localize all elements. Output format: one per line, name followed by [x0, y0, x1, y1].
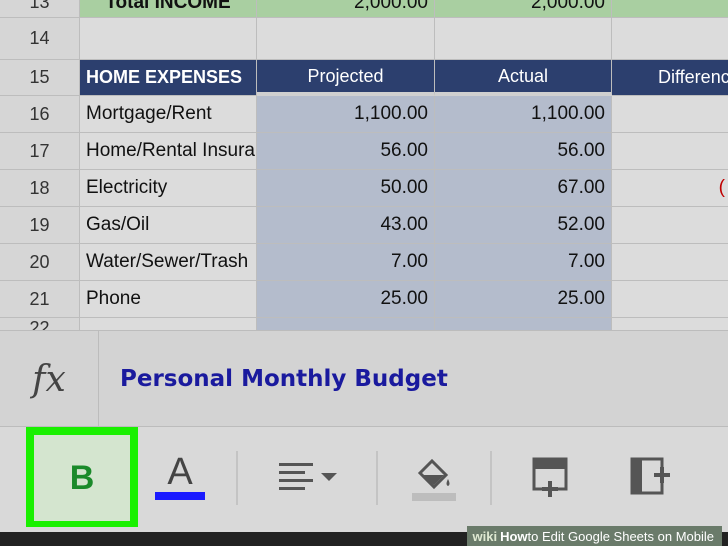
- table-cell[interactable]: [80, 318, 257, 330]
- table-cell[interactable]: (: [612, 170, 728, 207]
- table-cell[interactable]: 52.00: [435, 207, 612, 244]
- table-cell[interactable]: [612, 207, 728, 244]
- bold-button-highlight: B: [26, 427, 138, 527]
- table-cell[interactable]: 1,100.00: [257, 96, 435, 133]
- table-cell[interactable]: 7.00: [257, 244, 435, 281]
- insert-column-button[interactable]: [620, 447, 676, 507]
- table-cell[interactable]: Total INCOME: [80, 0, 257, 18]
- table-cell[interactable]: 2,000.00: [257, 0, 435, 18]
- table-cell[interactable]: [435, 318, 612, 330]
- insert-row-icon: [532, 457, 568, 497]
- table-cell[interactable]: [612, 18, 728, 60]
- table-cell[interactable]: [257, 318, 435, 330]
- table-cell[interactable]: [612, 244, 728, 281]
- table-cell[interactable]: 25.00: [257, 281, 435, 318]
- row-header[interactable]: 22: [0, 318, 80, 330]
- table-cell[interactable]: Water/Sewer/Trash: [80, 244, 257, 281]
- row-header[interactable]: 17: [0, 133, 80, 170]
- table-cell[interactable]: Phone: [80, 281, 257, 318]
- row-header[interactable]: 13: [0, 0, 80, 18]
- table-cell[interactable]: 43.00: [257, 207, 435, 244]
- table-cell[interactable]: 50.00: [257, 170, 435, 207]
- toolbar-divider: [236, 451, 238, 505]
- column-header-difference[interactable]: Difference: [612, 60, 728, 96]
- toolbar-divider: [376, 451, 378, 505]
- text-color-button[interactable]: A: [150, 447, 210, 507]
- table-cell[interactable]: 56.00: [257, 133, 435, 170]
- fill-color-button[interactable]: [404, 447, 464, 507]
- table-cell[interactable]: Home/Rental Insurance: [80, 133, 257, 170]
- format-toolbar: B A: [0, 426, 728, 533]
- insert-row-button[interactable]: [522, 447, 578, 507]
- table-cell[interactable]: [612, 0, 728, 18]
- text-color-swatch: [155, 492, 205, 500]
- formula-bar: fx Personal Monthly Budget: [0, 330, 728, 427]
- formula-input[interactable]: Personal Monthly Budget: [120, 331, 448, 427]
- paint-bucket-icon: [412, 458, 456, 501]
- row-header[interactable]: 21: [0, 281, 80, 318]
- table-cell[interactable]: 7.00: [435, 244, 612, 281]
- table-cell[interactable]: 56.00: [435, 133, 612, 170]
- row-header[interactable]: 14: [0, 18, 80, 60]
- row-header[interactable]: 20: [0, 244, 80, 281]
- row-header[interactable]: 15: [0, 60, 80, 96]
- table-cell[interactable]: 2,000.00: [435, 0, 612, 18]
- column-header-actual[interactable]: Actual: [435, 60, 612, 96]
- table-cell[interactable]: [612, 318, 728, 330]
- watermark: wiki How to Edit Google Sheets on Mobile: [466, 526, 722, 546]
- insert-column-icon: [630, 457, 670, 495]
- bold-button[interactable]: B: [34, 435, 130, 521]
- toolbar-divider: [490, 451, 492, 505]
- align-button[interactable]: [270, 447, 346, 507]
- table-cell[interactable]: [612, 96, 728, 133]
- watermark-how: How: [500, 528, 528, 544]
- align-left-icon: [279, 463, 337, 490]
- table-cell[interactable]: [257, 18, 435, 60]
- table-cell[interactable]: Mortgage/Rent: [80, 96, 257, 133]
- watermark-title: to Edit Google Sheets on Mobile: [527, 528, 714, 544]
- table-cell[interactable]: Gas/Oil: [80, 207, 257, 244]
- row-header[interactable]: 18: [0, 170, 80, 207]
- column-header-projected[interactable]: Projected: [257, 60, 435, 96]
- table-cell[interactable]: 1,100.00: [435, 96, 612, 133]
- spreadsheet-grid[interactable]: 13 Total INCOME 2,000.00 2,000.00 14 15 …: [0, 0, 728, 330]
- table-cell[interactable]: 67.00: [435, 170, 612, 207]
- watermark-wiki: wiki: [472, 528, 498, 544]
- table-cell[interactable]: Electricity: [80, 170, 257, 207]
- row-header[interactable]: 19: [0, 207, 80, 244]
- text-color-icon: A: [167, 451, 193, 493]
- table-cell[interactable]: 25.00: [435, 281, 612, 318]
- table-cell[interactable]: [612, 133, 728, 170]
- table-cell[interactable]: [80, 18, 257, 60]
- section-header-cell[interactable]: HOME EXPENSES: [80, 60, 257, 96]
- table-cell[interactable]: [435, 18, 612, 60]
- fx-icon: fx: [0, 331, 99, 427]
- table-cell[interactable]: [612, 281, 728, 318]
- row-header[interactable]: 16: [0, 96, 80, 133]
